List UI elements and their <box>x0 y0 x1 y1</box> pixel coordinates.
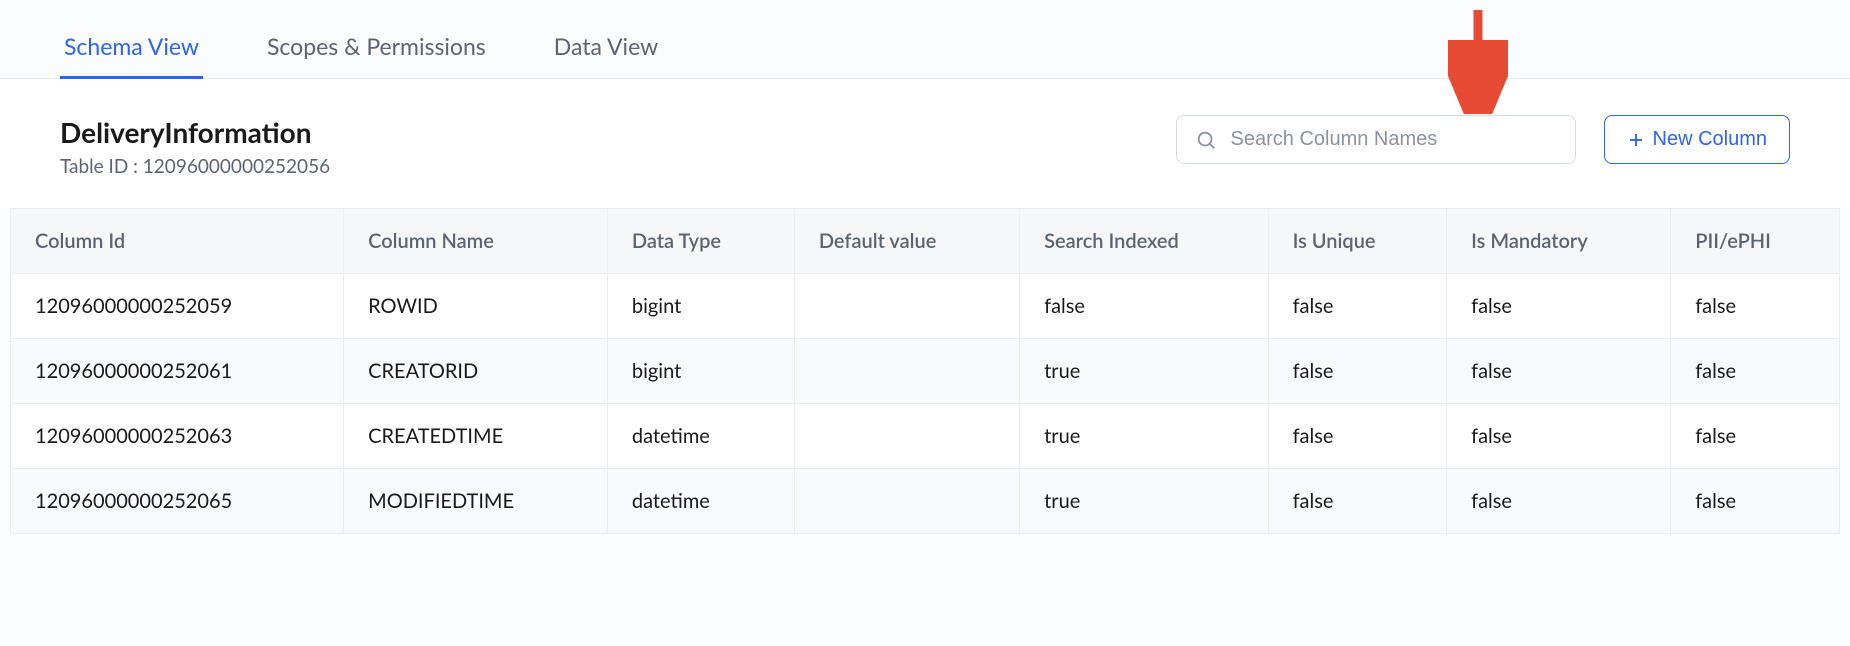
th-is-unique[interactable]: Is Unique <box>1268 209 1447 274</box>
new-column-label: New Column <box>1653 128 1767 151</box>
cell-is-mandatory: false <box>1447 404 1671 469</box>
th-column-id[interactable]: Column Id <box>11 209 344 274</box>
th-search-indexed[interactable]: Search Indexed <box>1020 209 1268 274</box>
table-row[interactable]: 12096000000252061 CREATORID bigint true … <box>11 339 1840 404</box>
tabs-bar: Schema View Scopes & Permissions Data Vi… <box>0 0 1850 79</box>
cell-column-id: 12096000000252059 <box>11 274 344 339</box>
cell-is-unique: false <box>1268 469 1447 534</box>
cell-is-mandatory: false <box>1447 469 1671 534</box>
cell-data-type: bigint <box>607 339 794 404</box>
cell-column-id: 12096000000252063 <box>11 404 344 469</box>
new-column-button[interactable]: New Column <box>1604 115 1790 164</box>
cell-column-id: 12096000000252065 <box>11 469 344 534</box>
cell-is-unique: false <box>1268 339 1447 404</box>
table-row[interactable]: 12096000000252065 MODIFIEDTIME datetime … <box>11 469 1840 534</box>
cell-column-name: ROWID <box>344 274 608 339</box>
tab-data-view[interactable]: Data View <box>550 20 662 78</box>
cell-pii-ephi: false <box>1671 404 1840 469</box>
cell-is-mandatory: false <box>1447 274 1671 339</box>
cell-data-type: datetime <box>607 404 794 469</box>
table-name: DeliveryInformation <box>60 115 330 149</box>
th-pii-ephi[interactable]: PII/ePHI <box>1671 209 1840 274</box>
search-input[interactable] <box>1231 128 1557 151</box>
header-bar: DeliveryInformation Table ID : 120960000… <box>0 79 1850 208</box>
cell-search-indexed: true <box>1020 469 1268 534</box>
th-column-name[interactable]: Column Name <box>344 209 608 274</box>
table-id: Table ID : 12096000000252056 <box>60 155 330 178</box>
cell-search-indexed: true <box>1020 404 1268 469</box>
cell-pii-ephi: false <box>1671 339 1840 404</box>
th-is-mandatory[interactable]: Is Mandatory <box>1447 209 1671 274</box>
cell-column-name: CREATEDTIME <box>344 404 608 469</box>
table-row[interactable]: 12096000000252063 CREATEDTIME datetime t… <box>11 404 1840 469</box>
tab-schema-view[interactable]: Schema View <box>60 20 203 78</box>
search-icon <box>1195 129 1217 151</box>
cell-is-unique: false <box>1268 274 1447 339</box>
columns-table: Column Id Column Name Data Type Default … <box>10 208 1840 534</box>
cell-default-value <box>794 469 1019 534</box>
table-row[interactable]: 12096000000252059 ROWID bigint false fal… <box>11 274 1840 339</box>
cell-default-value <box>794 339 1019 404</box>
tab-scopes-permissions[interactable]: Scopes & Permissions <box>263 20 490 78</box>
cell-column-name: CREATORID <box>344 339 608 404</box>
th-default-value[interactable]: Default value <box>794 209 1019 274</box>
search-wrap[interactable] <box>1176 115 1576 164</box>
th-data-type[interactable]: Data Type <box>607 209 794 274</box>
plus-icon <box>1627 131 1645 149</box>
cell-search-indexed: false <box>1020 274 1268 339</box>
table-header-row: Column Id Column Name Data Type Default … <box>11 209 1840 274</box>
cell-column-id: 12096000000252061 <box>11 339 344 404</box>
title-block: DeliveryInformation Table ID : 120960000… <box>60 115 330 178</box>
cell-column-name: MODIFIEDTIME <box>344 469 608 534</box>
cell-pii-ephi: false <box>1671 469 1840 534</box>
cell-search-indexed: true <box>1020 339 1268 404</box>
header-actions: New Column <box>1176 115 1790 164</box>
cell-pii-ephi: false <box>1671 274 1840 339</box>
cell-default-value <box>794 404 1019 469</box>
cell-data-type: bigint <box>607 274 794 339</box>
cell-is-mandatory: false <box>1447 339 1671 404</box>
cell-is-unique: false <box>1268 404 1447 469</box>
cell-data-type: datetime <box>607 469 794 534</box>
cell-default-value <box>794 274 1019 339</box>
